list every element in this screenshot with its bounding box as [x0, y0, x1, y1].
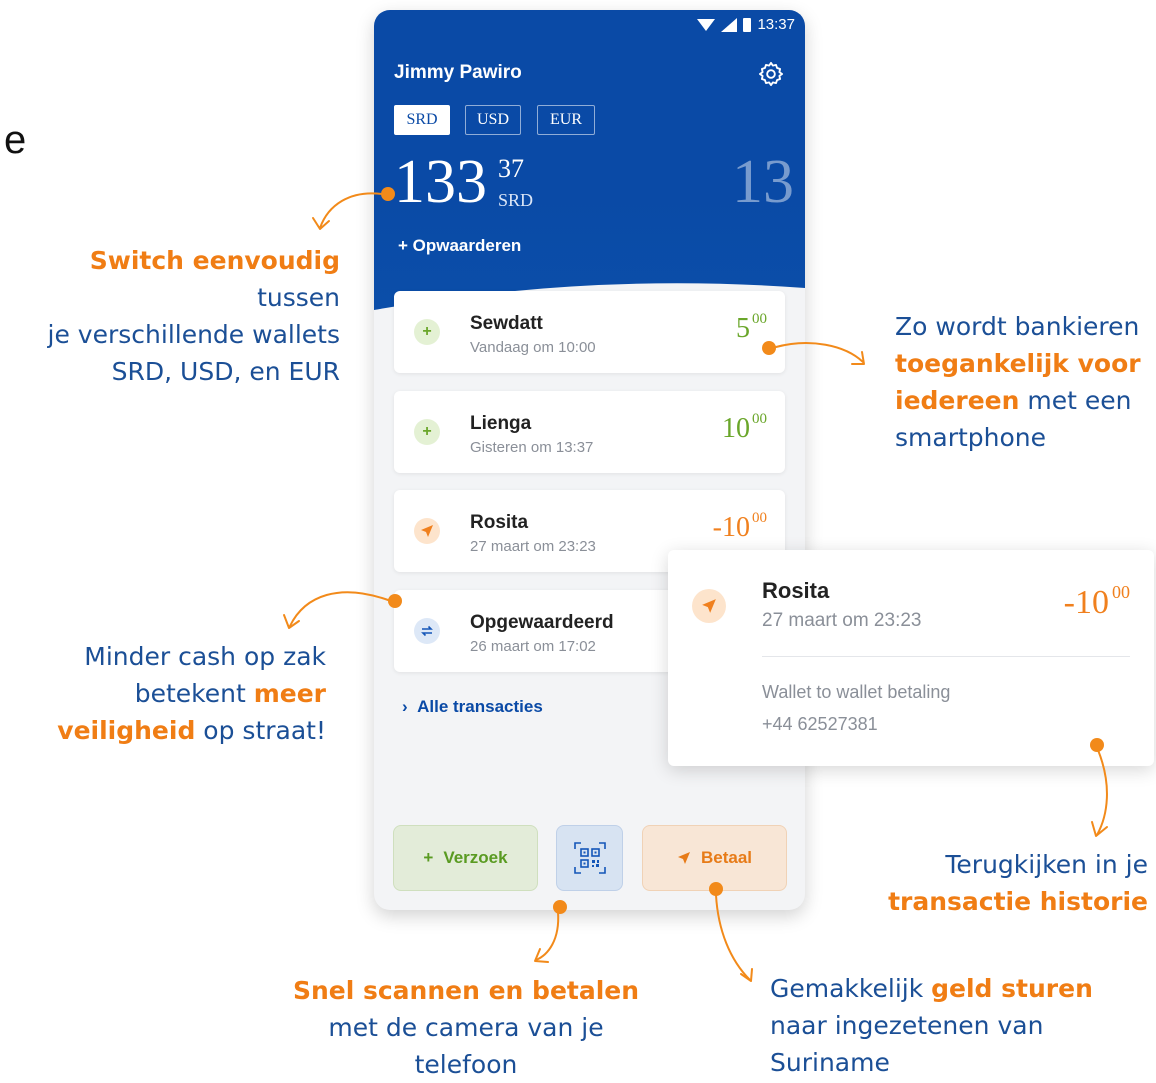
connector-arrows: [283, 192, 1108, 982]
